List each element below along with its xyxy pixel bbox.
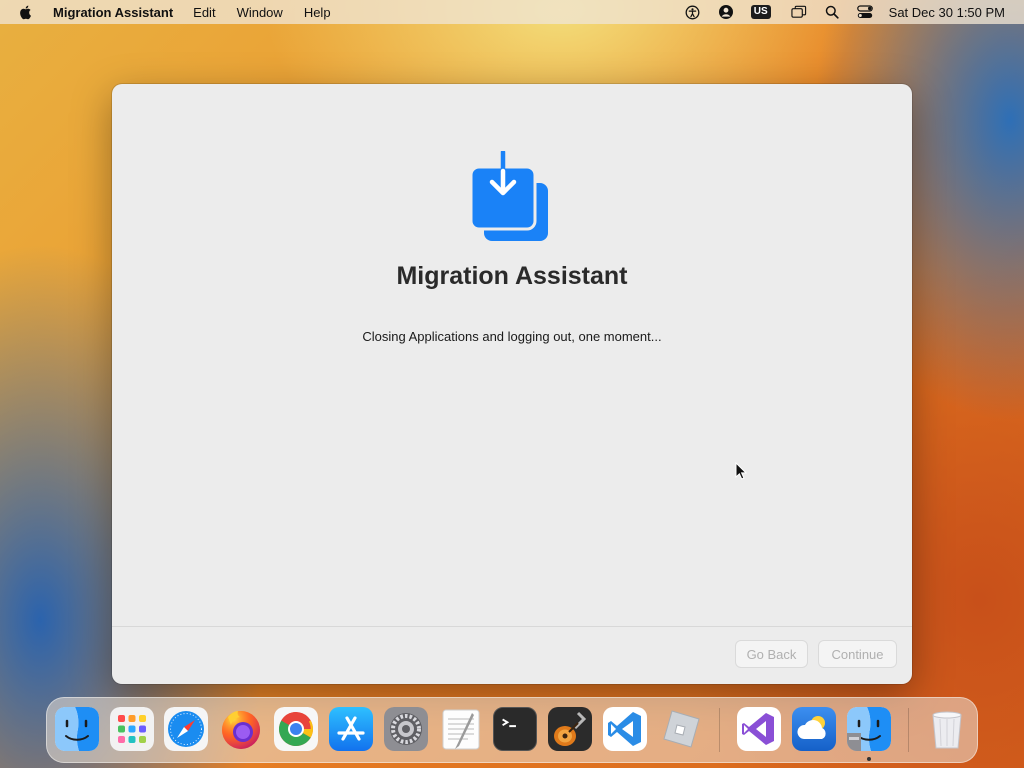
running-indicator xyxy=(867,757,871,761)
visual-studio-icon[interactable] xyxy=(737,707,781,751)
screen-mirroring-icon[interactable] xyxy=(791,4,807,20)
menu-bar: Migration Assistant Edit Window Help US … xyxy=(0,0,1024,24)
spotlight-search-icon[interactable] xyxy=(824,4,840,20)
status-message: Closing Applications and logging out, on… xyxy=(362,329,662,344)
safari-icon[interactable] xyxy=(164,707,208,751)
dock-separator-trash xyxy=(908,708,909,752)
garageband-icon[interactable] xyxy=(548,707,592,751)
dock xyxy=(46,697,978,763)
user-account-icon[interactable] xyxy=(718,4,734,20)
control-center-icon[interactable] xyxy=(856,4,873,20)
menu-help[interactable]: Help xyxy=(304,5,331,20)
menubar-clock[interactable]: Sat Dec 30 1:50 PM xyxy=(889,5,1005,20)
migration-download-icon xyxy=(470,151,548,241)
vscode-icon[interactable] xyxy=(603,707,647,751)
weather-icon[interactable] xyxy=(792,707,836,751)
finder-running-icon[interactable] xyxy=(847,707,891,751)
continue-button[interactable]: Continue xyxy=(818,640,897,668)
migration-assistant-window: Migration Assistant Closing Applications… xyxy=(112,84,912,684)
footer-divider xyxy=(112,626,912,627)
input-source-icon[interactable]: US xyxy=(750,5,771,19)
launchpad-icon[interactable] xyxy=(110,707,154,751)
system-settings-icon[interactable] xyxy=(384,707,428,751)
accessibility-icon[interactable] xyxy=(685,4,701,20)
menu-window[interactable]: Window xyxy=(237,5,283,20)
apple-menu-icon[interactable] xyxy=(18,4,34,20)
finder-icon[interactable] xyxy=(55,707,99,751)
go-back-button[interactable]: Go Back xyxy=(735,640,808,668)
dock-separator xyxy=(719,708,720,752)
app-store-icon[interactable] xyxy=(329,707,373,751)
chrome-icon[interactable] xyxy=(274,707,318,751)
firefox-icon[interactable] xyxy=(219,707,263,751)
menu-edit[interactable]: Edit xyxy=(193,5,215,20)
roblox-icon[interactable] xyxy=(658,707,702,751)
mouse-pointer-icon xyxy=(735,462,747,480)
terminal-icon[interactable] xyxy=(493,707,537,751)
app-name-menu[interactable]: Migration Assistant xyxy=(53,5,173,20)
trash-icon[interactable] xyxy=(925,707,969,751)
textedit-icon[interactable] xyxy=(439,707,483,751)
window-title: Migration Assistant xyxy=(396,262,628,290)
